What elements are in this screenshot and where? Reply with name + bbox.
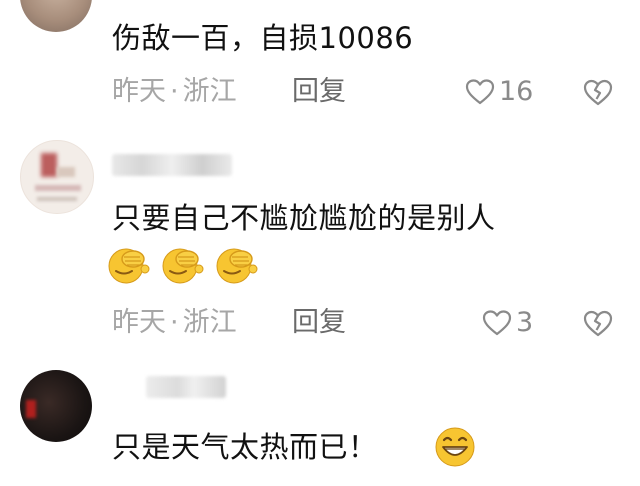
like-button[interactable]: 16 xyxy=(465,75,533,109)
comment-time: 昨天 xyxy=(112,307,166,338)
meta-separator: · xyxy=(170,307,179,338)
facepalm-emoji xyxy=(216,248,258,284)
comment-location: 浙江 xyxy=(182,76,237,107)
comment-item: 只要自己不尴尬尴尬的是别人 昨天 · 浙江 回复 3 xyxy=(0,140,640,350)
facepalm-emoji xyxy=(108,248,150,284)
comment-location: 浙江 xyxy=(182,307,237,338)
username-blurred[interactable] xyxy=(112,154,232,176)
like-count: 3 xyxy=(516,307,534,338)
broken-heart-icon[interactable] xyxy=(582,308,614,338)
broken-heart-icon[interactable] xyxy=(582,77,614,107)
comment-meta: 昨天 · 浙江 xyxy=(112,75,237,109)
avatar[interactable] xyxy=(20,0,92,32)
comment-item: 伤敌一百，自损10086 昨天 · 浙江 回复 16 xyxy=(0,0,640,120)
reply-button[interactable]: 回复 xyxy=(292,75,346,109)
comment-text: 只要自己不尴尬尴尬的是别人 xyxy=(112,201,496,235)
comment-item: 只是天气太热而已！ xyxy=(0,370,640,486)
username-blurred[interactable] xyxy=(146,376,226,398)
like-button[interactable]: 3 xyxy=(482,306,533,340)
avatar[interactable] xyxy=(20,370,92,442)
avatar[interactable] xyxy=(20,140,94,214)
heart-outline-icon xyxy=(465,79,495,105)
comment-text: 只是天气太热而已！ xyxy=(112,430,378,464)
facepalm-emoji xyxy=(162,248,204,284)
heart-outline-icon xyxy=(482,310,512,336)
comment-meta: 昨天 · 浙江 xyxy=(112,306,237,340)
grin-emoji xyxy=(435,427,475,467)
comment-time: 昨天 xyxy=(112,76,166,107)
emoji-row xyxy=(106,245,258,285)
meta-separator: · xyxy=(170,76,179,107)
like-count: 16 xyxy=(499,76,534,107)
reply-button[interactable]: 回复 xyxy=(292,306,346,340)
comment-text: 伤敌一百，自损10086 xyxy=(112,21,414,55)
